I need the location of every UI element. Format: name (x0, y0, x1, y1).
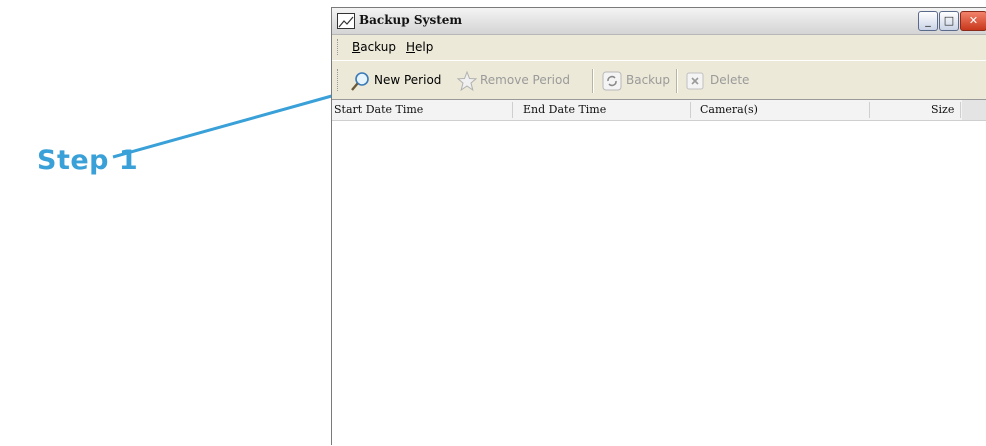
delete-icon (686, 72, 704, 90)
toolbar-separator (676, 69, 678, 93)
column-divider[interactable] (960, 102, 961, 118)
search-icon (351, 72, 369, 91)
column-divider[interactable] (512, 102, 513, 118)
app-icon (337, 13, 355, 29)
column-end-date-time[interactable]: End Date Time (523, 103, 606, 116)
title-bar[interactable]: Backup System _ □ ✕ (332, 8, 986, 35)
menu-bar: Backup Help (332, 35, 986, 59)
column-size[interactable]: Size (931, 103, 954, 116)
step-1-label: Step 1 (37, 145, 139, 176)
backup-system-window: Backup System _ □ ✕ Backup Help New Peri… (331, 7, 986, 446)
star-icon (456, 70, 478, 92)
minimize-icon[interactable]: _ (918, 11, 938, 31)
column-filler (962, 100, 986, 120)
toolbar-separator (592, 69, 594, 93)
list-header: Start Date Time End Date Time Camera(s) … (332, 100, 986, 121)
close-icon[interactable]: ✕ (960, 11, 986, 31)
column-start-date-time[interactable]: Start Date Time (334, 103, 423, 116)
refresh-icon (602, 71, 622, 91)
backup-button[interactable]: Backup (602, 70, 672, 92)
backup-list[interactable]: Start Date Time End Date Time Camera(s) … (332, 99, 986, 446)
new-period-label: New Period (374, 73, 442, 87)
delete-label: Delete (710, 73, 750, 87)
toolbar-grip (337, 69, 341, 91)
menu-backup[interactable]: Backup (352, 40, 396, 54)
window-title: Backup System (359, 13, 463, 27)
column-divider[interactable] (690, 102, 691, 118)
column-cameras[interactable]: Camera(s) (700, 103, 758, 116)
maximize-icon[interactable]: □ (939, 11, 959, 31)
remove-period-label: Remove Period (480, 73, 570, 87)
delete-button[interactable]: Delete (684, 70, 756, 92)
backup-label: Backup (626, 73, 670, 87)
menu-grip (337, 39, 341, 55)
column-divider[interactable] (869, 102, 870, 118)
menu-help[interactable]: Help (406, 40, 433, 54)
toolbar: New Period Remove Period Backup Delete (332, 60, 986, 100)
remove-period-button[interactable]: Remove Period (456, 70, 584, 92)
new-period-button[interactable]: New Period (350, 70, 450, 92)
